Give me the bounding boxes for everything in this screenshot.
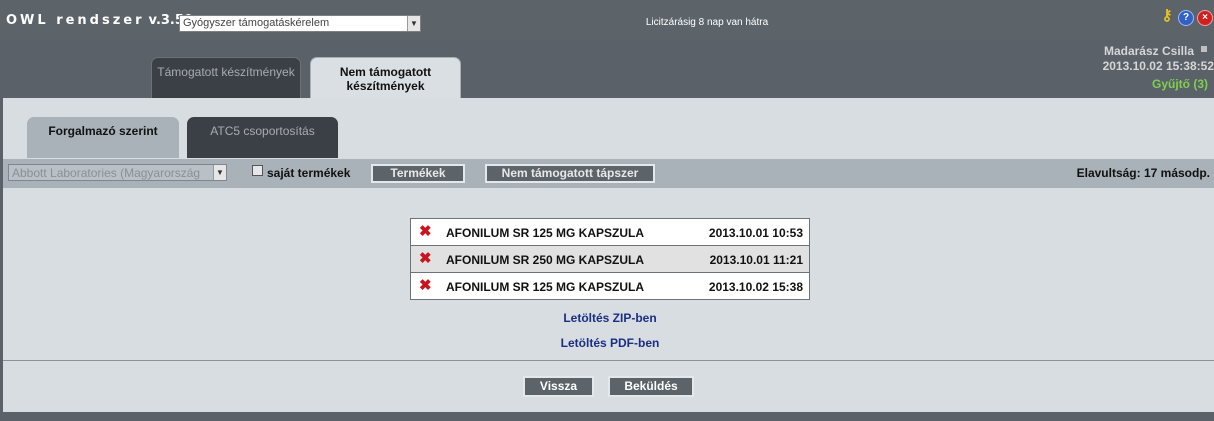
own-products-label: saját termékek [267,166,351,180]
tab-unsupported-products[interactable]: Nem támogatott készítmények [310,57,461,98]
file-name[interactable]: AFONILUM SR 125 MG KAPSZULA [446,280,644,294]
file-date: 2013.10.02 15:38 [708,280,803,294]
file-name[interactable]: AFONILUM SR 250 MG KAPSZULA [446,253,644,267]
submit-button[interactable]: Beküldés [608,376,694,397]
mode-select-value: Gyógyszer támogatáskérelem [183,17,330,29]
file-date: 2013.10.01 10:53 [708,226,803,240]
close-icon[interactable]: × [1197,10,1213,26]
tab-supported-products[interactable]: Támogatott készítmények [151,57,301,98]
distributor-select-value: Abbott Laboratories (Magyarország [12,166,201,180]
products-button[interactable]: Termékek [371,164,465,183]
divider [3,360,1214,361]
user-menu-icon[interactable] [1201,46,1207,52]
staleness-text: Elavultság: 17 másodp. [1076,166,1210,180]
delete-icon[interactable]: ✖ [419,278,432,293]
download-zip-link[interactable]: Letöltés ZIP-ben [510,311,710,325]
sub-tab-band [3,98,1214,159]
unsupported-formula-button[interactable]: Nem támogatott tápszer [485,164,655,183]
help-icon[interactable]: ? [1178,10,1194,26]
delete-icon[interactable]: ✖ [419,224,432,239]
tab-by-distributor[interactable]: Forgalmazó szerint [27,117,179,158]
user-name: Madarász Csilla [1103,44,1194,58]
download-pdf-link[interactable]: Letöltés PDF-ben [510,336,710,350]
own-products-checkbox[interactable] [252,165,263,176]
mode-select[interactable]: Gyógyszer támogatáskérelem ▼ [179,15,421,32]
deadline-text: Licitzárásig 8 nap van hátra [645,17,769,28]
chevron-down-icon[interactable]: ▼ [213,165,226,180]
distributor-select[interactable]: Abbott Laboratories (Magyarország ▼ [8,164,227,181]
delete-icon[interactable]: ✖ [419,251,432,266]
collector-link[interactable]: Gyűjtő (3) [1152,77,1208,91]
bottom-strip [0,412,1214,421]
table-row: ✖ AFONILUM SR 125 MG KAPSZULA 2013.10.01… [411,219,809,246]
chevron-down-icon[interactable]: ▼ [407,16,420,31]
key-icon[interactable]: ⚷ [1160,8,1174,23]
table-row: ✖ AFONILUM SR 125 MG KAPSZULA 2013.10.02… [411,273,809,299]
back-button[interactable]: Vissza [523,376,594,397]
user-datetime: 2013.10.02 15:38:52 [1102,59,1214,73]
file-name[interactable]: AFONILUM SR 125 MG KAPSZULA [446,226,644,240]
app-title: OWL rendszer v.3.50. [6,13,198,28]
table-row: ✖ AFONILUM SR 250 MG KAPSZULA 2013.10.01… [411,246,809,273]
file-date: 2013.10.01 11:21 [709,253,803,267]
files-table: ✖ AFONILUM SR 125 MG KAPSZULA 2013.10.01… [410,218,810,300]
tab-atc5-grouping[interactable]: ATC5 csoportosítás [187,117,338,158]
